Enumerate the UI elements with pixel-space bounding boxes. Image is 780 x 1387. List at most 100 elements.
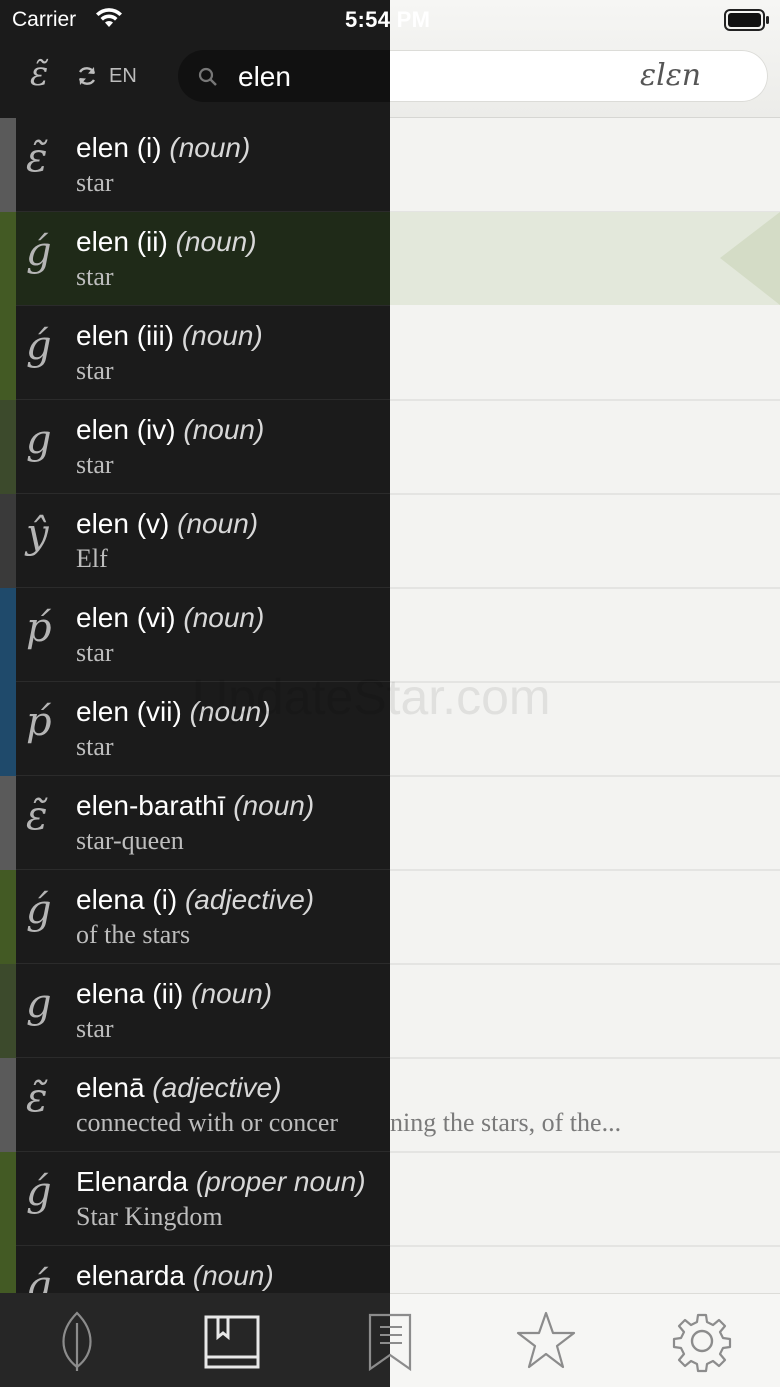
detail-divider bbox=[390, 1057, 780, 1059]
result-word: elen (vi) bbox=[76, 602, 176, 633]
category-stripe bbox=[0, 588, 16, 682]
category-stripe bbox=[0, 118, 16, 212]
tengwar-glyph-icon: ǵ bbox=[26, 887, 52, 933]
result-title: elen (i) (noun) bbox=[76, 132, 250, 164]
detail-divider bbox=[390, 963, 780, 965]
language-toggle[interactable]: EN bbox=[109, 65, 137, 88]
tab-bar bbox=[0, 1293, 780, 1387]
result-gloss: star bbox=[76, 732, 114, 761]
tab-dictionary[interactable] bbox=[200, 1309, 264, 1373]
result-title: elen (ii) (noun) bbox=[76, 226, 257, 258]
result-row[interactable]: ǵ Elenarda (proper noun) Star Kingdom bbox=[0, 1152, 390, 1246]
result-gloss: Elf bbox=[76, 544, 108, 573]
result-title: elena (i) (adjective) bbox=[76, 884, 314, 916]
tengwar-glyph-icon: ɛ̃ bbox=[26, 135, 48, 181]
status-bar: Carrier 5:54 PM bbox=[0, 0, 780, 40]
tab-bookmarks[interactable] bbox=[358, 1309, 422, 1373]
wifi-icon bbox=[94, 7, 124, 34]
result-title: elena (ii) (noun) bbox=[76, 978, 272, 1010]
category-stripe bbox=[0, 494, 16, 588]
tengwar-glyph-icon: g bbox=[26, 981, 52, 1027]
result-part-of-speech: (adjective) bbox=[184, 884, 315, 915]
clock: 5:54 PM bbox=[345, 7, 431, 32]
result-row[interactable]: g elena (ii) (noun) star bbox=[0, 964, 390, 1058]
category-stripe bbox=[0, 1152, 16, 1246]
tengwar-glyph-icon: ɛ̃ bbox=[26, 1075, 48, 1121]
tab-settings[interactable] bbox=[670, 1309, 734, 1373]
result-gloss: star bbox=[76, 638, 114, 667]
category-stripe bbox=[0, 212, 16, 306]
result-row[interactable]: ǵ elenarda (noun) bbox=[0, 1246, 390, 1293]
result-word: elenā bbox=[76, 1072, 145, 1103]
bookmark-icon bbox=[368, 1313, 412, 1372]
tab-favorites[interactable] bbox=[514, 1309, 578, 1373]
detail-divider bbox=[390, 493, 780, 495]
book-icon bbox=[204, 1315, 260, 1369]
detail-divider bbox=[390, 587, 780, 589]
detail-divider bbox=[390, 681, 780, 683]
result-row[interactable]: g elen (iv) (noun) star bbox=[0, 400, 390, 494]
result-title: elen (v) (noun) bbox=[76, 508, 258, 540]
tengwar-glyph-icon: ǵ bbox=[26, 323, 52, 369]
tengwar-glyph-icon: g bbox=[26, 417, 52, 463]
tengwar-glyph-icon: ŷ bbox=[26, 511, 49, 557]
detail-divider bbox=[390, 775, 780, 777]
result-title: elenarda (noun) bbox=[76, 1260, 274, 1292]
tengwar-logo-icon[interactable]: ɛ̃ bbox=[30, 54, 48, 94]
result-gloss: star-queen bbox=[76, 826, 184, 855]
search-icon bbox=[198, 67, 218, 92]
result-row[interactable]: ǵ elen (iii) (noun) star bbox=[0, 306, 390, 400]
result-word: elen (vii) bbox=[76, 696, 182, 727]
result-row[interactable]: ṕ elen (vii) (noun) star bbox=[0, 682, 390, 776]
result-word: elen (iv) bbox=[76, 414, 176, 445]
result-gloss: star bbox=[76, 168, 114, 197]
result-gloss: star bbox=[76, 450, 114, 479]
result-title: elenā (adjective) bbox=[76, 1072, 281, 1104]
result-word: elena (i) bbox=[76, 884, 178, 915]
result-row[interactable]: ǵ elena (i) (adjective) of the stars bbox=[0, 870, 390, 964]
detail-pane bbox=[390, 0, 780, 1293]
detail-divider bbox=[390, 1151, 780, 1153]
result-title: elen (vi) (noun) bbox=[76, 602, 264, 634]
result-gloss: of the stars bbox=[76, 920, 191, 949]
detail-divider bbox=[390, 1245, 780, 1247]
tengwar-glyph-icon: ǵ bbox=[26, 229, 52, 275]
refresh-icon[interactable] bbox=[76, 65, 98, 92]
detail-divider bbox=[390, 869, 780, 871]
results-list: ɛ̃ elen (i) (noun) star ǵ elen (ii) (noun) st… bbox=[0, 118, 390, 1293]
battery-icon bbox=[724, 9, 770, 36]
tengwar-glyph-icon: ɛ̃ bbox=[26, 793, 48, 839]
result-title: Elenarda (proper noun) bbox=[76, 1166, 366, 1198]
result-row[interactable]: ɛ̃ elen (i) (noun) star bbox=[0, 118, 390, 212]
gear-icon bbox=[672, 1313, 732, 1373]
category-stripe bbox=[0, 306, 16, 400]
category-stripe bbox=[0, 776, 16, 870]
result-row[interactable]: ǵ elen (ii) (noun) star bbox=[0, 212, 390, 306]
tengwar-glyph-icon: ṕ bbox=[26, 699, 52, 745]
gloss-overflow-text: ning the stars, of the... bbox=[390, 1108, 622, 1137]
result-part-of-speech: (noun) bbox=[175, 226, 257, 257]
category-stripe bbox=[0, 400, 16, 494]
result-part-of-speech: (proper noun) bbox=[195, 1166, 366, 1197]
result-word: elena (ii) bbox=[76, 978, 184, 1009]
result-part-of-speech: (noun) bbox=[169, 132, 251, 163]
result-title: elen-barathī (noun) bbox=[76, 790, 314, 822]
result-part-of-speech: (noun) bbox=[181, 320, 263, 351]
detail-divider bbox=[390, 399, 780, 401]
result-gloss: star bbox=[76, 262, 114, 291]
result-row[interactable]: ɛ̃ elenā (adjective) connected with or con… bbox=[0, 1058, 390, 1152]
result-row[interactable]: ɛ̃ elen-barathī (noun) star-queen bbox=[0, 776, 390, 870]
result-part-of-speech: (noun) bbox=[183, 414, 265, 445]
search-input[interactable] bbox=[236, 58, 640, 96]
result-part-of-speech: (noun) bbox=[189, 696, 271, 727]
result-gloss: Star Kingdom bbox=[76, 1202, 223, 1231]
star-icon bbox=[516, 1311, 576, 1369]
result-word: Elenarda bbox=[76, 1166, 189, 1197]
tab-leaf[interactable] bbox=[45, 1309, 109, 1373]
tengwar-glyph-icon: ǵ bbox=[26, 1263, 52, 1293]
result-row[interactable]: ŷ elen (v) (noun) Elf bbox=[0, 494, 390, 588]
result-word: elen (i) bbox=[76, 132, 162, 163]
result-row[interactable]: ṕ elen (vi) (noun) star bbox=[0, 588, 390, 682]
result-part-of-speech: (noun) bbox=[192, 1260, 274, 1291]
leaf-icon bbox=[62, 1311, 92, 1371]
